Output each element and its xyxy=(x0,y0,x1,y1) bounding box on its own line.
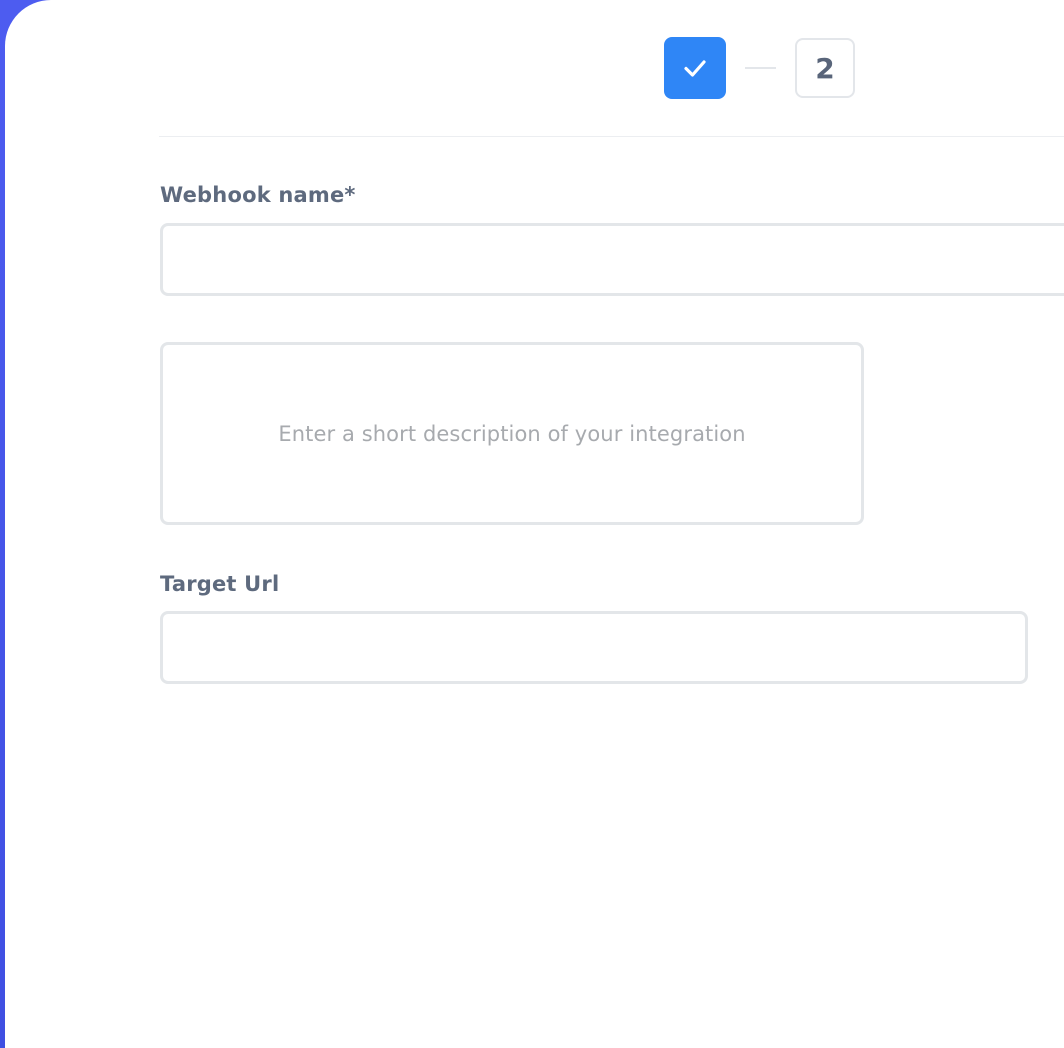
target-url-label: Target Url xyxy=(160,572,280,596)
step-connector xyxy=(745,67,776,69)
description-textarea[interactable]: Enter a short description of your integr… xyxy=(160,342,864,525)
target-url-input[interactable] xyxy=(160,611,1028,684)
check-icon xyxy=(684,60,706,77)
description-placeholder: Enter a short description of your integr… xyxy=(278,421,746,446)
stepper: 2 xyxy=(664,37,855,99)
webhook-name-label: Webhook name* xyxy=(160,183,356,207)
step-1-completed[interactable] xyxy=(664,37,726,99)
step-2-current[interactable]: 2 xyxy=(795,38,855,98)
step-2-number: 2 xyxy=(815,51,835,85)
webhook-form-panel: 2 Webhook name* Enter a short descriptio… xyxy=(5,0,1064,1048)
webhook-name-input[interactable] xyxy=(160,223,1064,296)
header-divider xyxy=(159,136,1064,137)
